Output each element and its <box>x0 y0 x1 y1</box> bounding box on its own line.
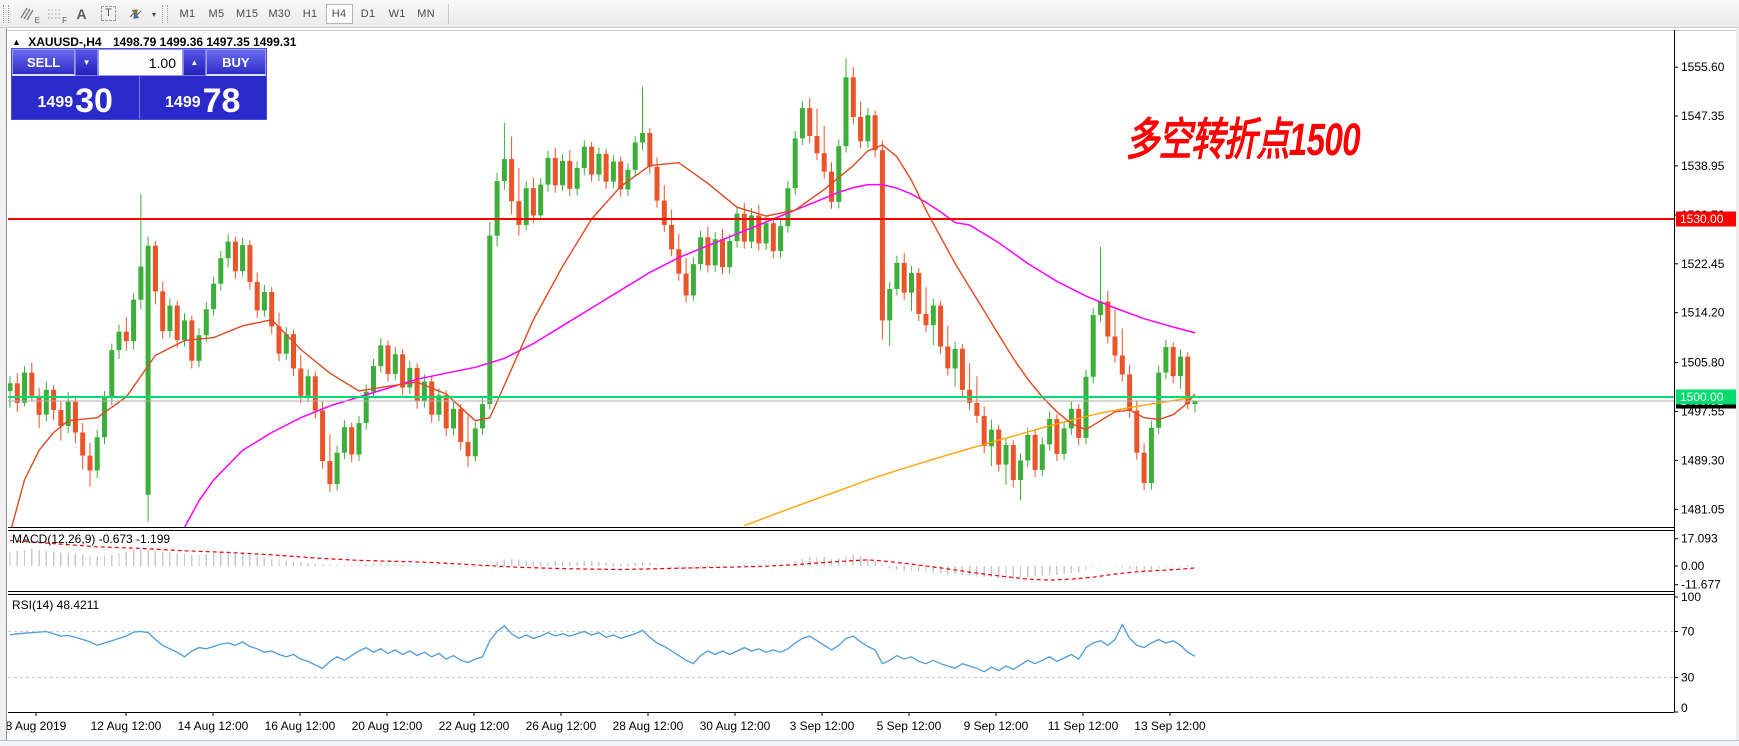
volume-input[interactable] <box>98 49 183 76</box>
mt4-window: { "toolbar": { "tools": [ {"glyph": "E",… <box>0 0 1739 746</box>
timeframe-mn-button[interactable]: MN <box>413 4 440 24</box>
svg-text:14 Aug 12:00: 14 Aug 12:00 <box>178 719 249 733</box>
svg-text:11 Sep 12:00: 11 Sep 12:00 <box>1048 719 1119 733</box>
svg-text:12 Aug 12:00: 12 Aug 12:00 <box>91 719 162 733</box>
date-axis: 8 Aug 2019 12 Aug 12:00 14 Aug 12:00 16 Aug… <box>6 712 1206 733</box>
timeframe-m15-button[interactable]: M15 <box>232 4 262 24</box>
svg-text:30: 30 <box>1681 671 1695 685</box>
svg-text:1505.80: 1505.80 <box>1681 356 1725 370</box>
ohlc-values: 1498.79 1499.36 1497.35 1499.31 <box>113 35 297 49</box>
boxed-t-icon: T <box>101 6 116 21</box>
chart-draw-e-tool-button[interactable]: E <box>14 3 41 25</box>
window-left-edge <box>0 28 7 746</box>
sell-price-display[interactable]: 1499 30 <box>12 76 139 119</box>
one-click-expander-icon[interactable]: ▲ <box>12 37 21 47</box>
macd-panel <box>10 549 1195 579</box>
grid-f-tool-button[interactable]: F <box>41 3 68 25</box>
text-box-tool-button[interactable]: T <box>95 3 122 25</box>
svg-text:8 Aug 2019: 8 Aug 2019 <box>6 719 67 733</box>
svg-text:22 Aug 12:00: 22 Aug 12:00 <box>439 719 510 733</box>
svg-text:26 Aug 12:00: 26 Aug 12:00 <box>526 719 597 733</box>
svg-text:13 Sep 12:00: 13 Sep 12:00 <box>1134 719 1206 733</box>
text-label-tool-button[interactable]: A <box>68 3 95 25</box>
sell-price-main: 1499 <box>38 94 74 116</box>
buy-button[interactable]: BUY <box>206 49 266 76</box>
candlestick-series <box>8 58 1198 598</box>
svg-text:5 Sep 12:00: 5 Sep 12:00 <box>877 719 942 733</box>
toolbar-grip[interactable] <box>3 5 9 23</box>
window-bottom-edge <box>0 740 1739 746</box>
svg-text:0: 0 <box>1681 701 1688 715</box>
svg-text:20 Aug 12:00: 20 Aug 12:00 <box>352 719 423 733</box>
svg-text:0.00: 0.00 <box>1681 559 1705 573</box>
volume-decrease-button[interactable]: ▼ <box>75 49 98 76</box>
svg-text:100: 100 <box>1681 590 1701 604</box>
macd-axis: 17.0930.00-11.677 <box>1674 532 1721 592</box>
toolbar: E F A T ▾ M1 M5 M15 M30 H1 H4 D1 W1 MN <box>0 0 1739 28</box>
timeframe-d1-button[interactable]: D1 <box>355 4 382 24</box>
svg-text:1538.95: 1538.95 <box>1681 159 1725 173</box>
buy-price-display[interactable]: 1499 78 <box>139 76 267 119</box>
svg-text:28 Aug 12:00: 28 Aug 12:00 <box>613 719 684 733</box>
macd-signal-line <box>10 540 1195 580</box>
toolbar-separator <box>448 4 449 24</box>
chart-symbol-title: ▲ XAUUSD-,H4 1498.79 1499.36 1497.35 149… <box>12 35 296 49</box>
one-click-trading-panel: SELL ▼ ▲ BUY 1499 30 1499 78 <box>11 48 267 120</box>
svg-text:70: 70 <box>1681 625 1695 639</box>
svg-text:1481.05: 1481.05 <box>1681 502 1725 516</box>
symbol-period-label: XAUUSD-,H4 <box>28 35 101 49</box>
sell-button[interactable]: SELL <box>12 49 75 76</box>
timeframe-h1-button[interactable]: H1 <box>297 4 324 24</box>
svg-text:1489.30: 1489.30 <box>1681 453 1725 467</box>
cycle-arrows-icon <box>127 6 145 22</box>
svg-text:1547.35: 1547.35 <box>1681 109 1725 123</box>
rsi-indicator-label: RSI(14) 48.4211 <box>12 598 99 612</box>
buy-price-pips: 78 <box>203 87 241 116</box>
timeframe-m30-button[interactable]: M30 <box>264 4 294 24</box>
timeframe-m5-button[interactable]: M5 <box>203 4 230 24</box>
svg-text:30 Aug 12:00: 30 Aug 12:00 <box>700 719 771 733</box>
svg-text:1530.00: 1530.00 <box>1680 212 1724 226</box>
sell-price-pips: 30 <box>75 87 113 116</box>
svg-text:3 Sep 12:00: 3 Sep 12:00 <box>790 719 855 733</box>
chevron-down-icon: ▾ <box>152 10 156 19</box>
svg-text:17.093: 17.093 <box>1681 532 1718 546</box>
price-axis: 1555.601547.351538.951530.701522.451514.… <box>1674 60 1737 516</box>
svg-text:1500.00: 1500.00 <box>1680 390 1724 404</box>
svg-text:16 Aug 12:00: 16 Aug 12:00 <box>265 719 336 733</box>
timeframe-m1-button[interactable]: M1 <box>174 4 201 24</box>
svg-text:9 Sep 12:00: 9 Sep 12:00 <box>964 719 1029 733</box>
chart-text-annotation[interactable]: 多空转折点1500 <box>1126 103 1360 168</box>
svg-text:1522.45: 1522.45 <box>1681 257 1725 271</box>
timeframe-w1-button[interactable]: W1 <box>384 4 411 24</box>
timeframe-h4-button[interactable]: H4 <box>326 4 353 24</box>
timeframe-toolbar-grip[interactable] <box>162 5 168 23</box>
volume-increase-button[interactable]: ▲ <box>183 49 206 76</box>
svg-text:1555.60: 1555.60 <box>1681 60 1725 74</box>
macd-indicator-label: MACD(12,26,9) -0.673 -1.199 <box>12 532 170 546</box>
svg-text:1514.20: 1514.20 <box>1681 306 1725 320</box>
cycle-arrows-tool-button[interactable]: ▾ <box>122 3 149 25</box>
tool-sub-label: F <box>62 17 67 25</box>
rsi-axis: 100 70 30 0 <box>1674 590 1701 715</box>
buy-price-main: 1499 <box>165 94 201 116</box>
letter-a-icon: A <box>76 6 86 22</box>
tool-sub-label: E <box>35 17 40 25</box>
rsi-panel <box>8 625 1674 678</box>
